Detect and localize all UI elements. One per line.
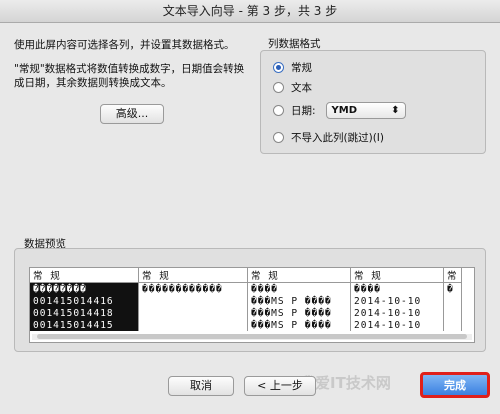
column-header[interactable]: 常 规 bbox=[138, 268, 248, 283]
table-row: 001415014416 ���MS P ���� 2014-10-10 bbox=[30, 295, 462, 307]
preview-header-row: 常 规 常 规 常 规 常 规 常 bbox=[30, 268, 462, 283]
table-cell: � bbox=[443, 282, 462, 295]
table-row: �������� ������������ ���� ���� � bbox=[30, 282, 462, 295]
table-cell bbox=[138, 319, 248, 331]
column-format-label: 列数据格式 bbox=[268, 38, 321, 50]
radio-skip[interactable]: 不导入此列(跳过)(I) bbox=[273, 129, 384, 145]
back-button[interactable]: < 上一步 bbox=[244, 376, 316, 396]
column-header[interactable]: 常 bbox=[443, 268, 462, 283]
scrollbar-thumb[interactable] bbox=[37, 334, 467, 339]
table-cell: ���� bbox=[247, 282, 351, 295]
finish-button[interactable]: 完成 bbox=[420, 372, 490, 398]
table-cell: ���� bbox=[350, 282, 444, 295]
table-cell bbox=[138, 307, 248, 319]
intro-text: 使用此屏内容可选择各列，并设置其数据格式。 "常规"数据格式将数值转换成数字，日… bbox=[14, 38, 254, 100]
table-row: 001415014418 ���MS P ���� 2014-10-10 bbox=[30, 307, 462, 319]
table-cell bbox=[443, 307, 462, 319]
radio-general[interactable]: 常规 bbox=[273, 59, 312, 75]
table-cell: 2014-10-10 bbox=[350, 319, 444, 331]
radio-text-label: 文本 bbox=[291, 81, 312, 94]
table-cell: �������� bbox=[30, 282, 139, 295]
table-cell: ���MS P ���� bbox=[247, 295, 351, 307]
table-cell: ������������ bbox=[138, 282, 248, 295]
table-cell: 2014-10-10 bbox=[350, 307, 444, 319]
horizontal-scrollbar[interactable] bbox=[32, 334, 472, 340]
table-cell: ���MS P ���� bbox=[247, 319, 351, 331]
table-cell bbox=[443, 295, 462, 307]
table-cell bbox=[443, 319, 462, 331]
window-title: 文本导入向导 - 第 3 步，共 3 步 bbox=[0, 0, 500, 23]
table-cell: 001415014416 bbox=[30, 295, 139, 307]
advanced-button[interactable]: 高级... bbox=[100, 104, 164, 124]
table-cell bbox=[138, 295, 248, 307]
radio-general-button[interactable] bbox=[273, 61, 284, 73]
radio-date[interactable]: 日期: YMD ⬍ bbox=[273, 101, 406, 119]
date-format-select[interactable]: YMD ⬍ bbox=[325, 101, 406, 119]
column-header[interactable]: 常 规 bbox=[30, 268, 139, 283]
data-preview-group: 常 规 常 规 常 规 常 规 常 �������� ������������ … bbox=[14, 248, 486, 352]
table-cell: 2014-10-10 bbox=[350, 295, 444, 307]
radio-skip-label: 不导入此列(跳过)(I) bbox=[291, 131, 384, 144]
column-format-group: 常规 文本 日期: YMD ⬍ 不导入此列(跳过)(I) bbox=[260, 50, 486, 154]
cancel-button[interactable]: 取消 bbox=[168, 376, 234, 396]
table-cell: 001415014415 bbox=[30, 319, 139, 331]
table-row: 001415014415 ���MS P ���� 2014-10-10 bbox=[30, 319, 462, 331]
intro-line-1: 使用此屏内容可选择各列，并设置其数据格式。 bbox=[14, 39, 235, 51]
table-cell: ���MS P ���� bbox=[247, 307, 351, 319]
radio-general-label: 常规 bbox=[291, 61, 312, 74]
date-format-value: YMD bbox=[331, 104, 358, 116]
radio-text-button[interactable] bbox=[273, 81, 284, 93]
intro-line-2: "常规"数据格式将数值转换成数字，日期值会转换成日期，其余数据则转换成文本。 bbox=[14, 63, 245, 89]
column-header[interactable]: 常 规 bbox=[350, 268, 444, 283]
table-cell: 001415014418 bbox=[30, 307, 139, 319]
radio-text[interactable]: 文本 bbox=[273, 79, 312, 95]
column-header[interactable]: 常 规 bbox=[247, 268, 351, 283]
select-arrows-icon: ⬍ bbox=[391, 104, 400, 116]
radio-date-label: 日期: bbox=[291, 104, 316, 117]
radio-skip-button[interactable] bbox=[273, 131, 284, 143]
radio-date-button[interactable] bbox=[273, 104, 284, 116]
preview-table[interactable]: 常 规 常 规 常 规 常 规 常 �������� ������������ … bbox=[29, 267, 475, 343]
